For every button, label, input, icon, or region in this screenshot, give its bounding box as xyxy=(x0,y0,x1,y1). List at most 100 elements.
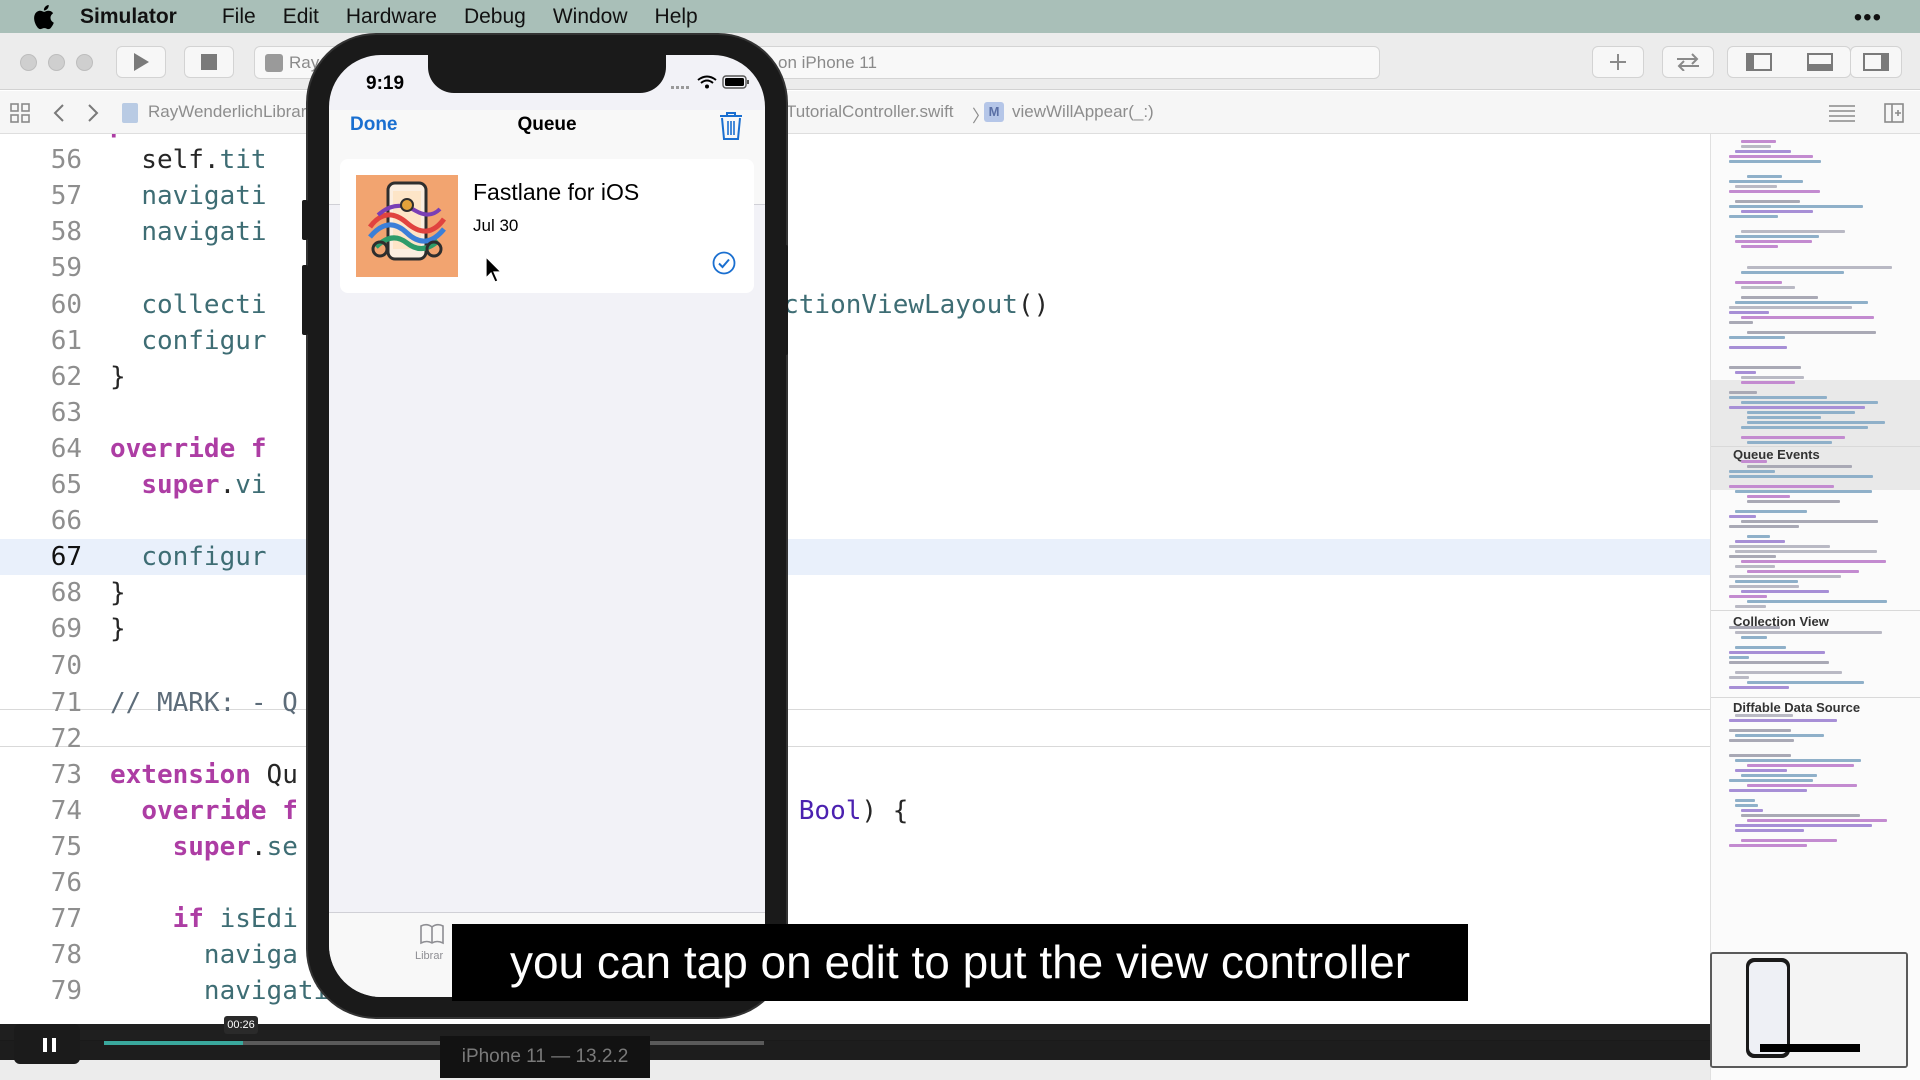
minimap[interactable]: Queue Events Collection View Diffable Da… xyxy=(1710,134,1920,1080)
code-token: Qu xyxy=(250,759,298,790)
navigator-toggle-icon[interactable] xyxy=(1745,53,1772,71)
code-token: configur xyxy=(141,542,267,573)
code-text: naviga xyxy=(110,937,298,973)
zoom-window-button[interactable] xyxy=(76,54,93,71)
code-token: Bool xyxy=(798,795,862,826)
chevron-right-icon[interactable] xyxy=(86,103,100,123)
code-token: } xyxy=(110,614,126,645)
code-line[interactable]: 71 // MARK: - Q xyxy=(0,685,1710,721)
code-line[interactable]: 68} xyxy=(0,575,1710,611)
breadcrumb-project[interactable]: RayWenderlichLibrar xyxy=(148,102,306,122)
code-line[interactable]: 75 super.se animated) xyxy=(0,829,1710,865)
minimap-code-line xyxy=(1735,580,1798,583)
minimize-window-button[interactable] xyxy=(48,54,65,71)
stop-button[interactable] xyxy=(184,46,234,78)
code-line[interactable]: 61 configur xyxy=(0,323,1710,359)
minimap-code-line xyxy=(1747,411,1855,414)
code-line[interactable]: 62} xyxy=(0,359,1710,395)
menu-help[interactable]: Help xyxy=(655,5,698,29)
menu-hardware[interactable]: Hardware xyxy=(346,5,437,29)
code-line[interactable]: 57 navigati ditButtonItem xyxy=(0,178,1710,214)
nav-title: Queue xyxy=(517,114,577,135)
code-line[interactable]: 59 xyxy=(0,250,1710,286)
pause-button[interactable] xyxy=(14,1024,80,1064)
minimap-code-line xyxy=(1729,651,1825,654)
code-line[interactable]: 56 self.tit xyxy=(0,142,1710,178)
code-line[interactable]: 64override f d: Bool) { xyxy=(0,431,1710,467)
simulator-device-label: iPhone 11 — 13.2.2 xyxy=(440,1036,650,1078)
menu-app-name[interactable]: Simulator xyxy=(80,5,177,29)
editor-options-icon[interactable] xyxy=(1828,104,1856,122)
related-items-grid-icon[interactable] xyxy=(10,103,30,123)
code-token: // MARK: - Q xyxy=(110,687,298,718)
breadcrumb-file[interactable]: TutorialController.swift xyxy=(786,102,954,122)
breadcrumb-method[interactable]: viewWillAppear(_:) xyxy=(1012,102,1154,122)
minimap-code-line xyxy=(1741,636,1767,639)
line-number: 73 xyxy=(50,759,82,790)
debug-area-toggle-icon[interactable] xyxy=(1806,53,1833,71)
minimap-code-line xyxy=(1747,764,1854,767)
menu-file[interactable]: File xyxy=(222,5,256,29)
chevron-left-icon[interactable] xyxy=(52,103,66,123)
code-line[interactable]: 63 xyxy=(0,395,1710,431)
notch xyxy=(428,55,666,93)
power-button[interactable] xyxy=(782,245,788,355)
code-line[interactable]: 73 extension Qu xyxy=(0,757,1710,793)
library-button[interactable] xyxy=(1592,46,1644,78)
minimap-code-line xyxy=(1741,460,1767,463)
menu-debug[interactable]: Debug xyxy=(464,5,526,29)
code-line[interactable]: 70 xyxy=(0,648,1710,684)
line-number: 71 xyxy=(50,687,82,718)
code-line[interactable]: 55 private fu xyxy=(0,134,1710,142)
minimap-separator xyxy=(1711,610,1920,611)
more-icon[interactable]: ••• xyxy=(1854,4,1882,32)
scheme-destination[interactable]: on iPhone 11 xyxy=(778,53,877,73)
xcode-toolbar: Ray on iPhone 11 xyxy=(0,33,1920,90)
inspector-toggle[interactable] xyxy=(1850,46,1902,78)
minimap-code-line xyxy=(1735,714,1793,717)
tab-library-label[interactable]: Librar xyxy=(415,950,443,962)
code-token: self xyxy=(110,145,204,176)
volume-up-button[interactable] xyxy=(302,265,308,335)
code-line[interactable]: 66 xyxy=(0,503,1710,539)
minimap-code-line xyxy=(1741,520,1878,523)
queue-item-card[interactable]: Fastlane for iOS Jul 30 xyxy=(340,159,754,293)
apple-icon[interactable] xyxy=(28,3,58,31)
source-editor[interactable]: 55private fu56 self.tit57 navigati ditBu… xyxy=(0,134,1710,1024)
code-line[interactable]: 76 xyxy=(0,865,1710,901)
book-icon[interactable] xyxy=(419,923,445,945)
minimap-section-diffable-data-source[interactable]: Diffable Data Source xyxy=(1733,700,1860,715)
minimap-code-line xyxy=(1729,595,1767,598)
checkmark-circle-icon[interactable] xyxy=(712,251,736,275)
stop-icon xyxy=(201,54,217,70)
code-token: . xyxy=(203,145,220,176)
battery-icon xyxy=(722,75,749,89)
minimap-code-line xyxy=(1735,235,1819,238)
minimap-code-line xyxy=(1735,150,1791,153)
code-line[interactable]: 58 navigati il xyxy=(0,214,1710,250)
add-editor-icon[interactable] xyxy=(1884,103,1904,123)
scheme-name[interactable]: Ray xyxy=(289,53,319,73)
minimap-code-line xyxy=(1747,681,1864,684)
mute-switch[interactable] xyxy=(302,200,308,240)
iphone-screen[interactable]: 9:19 Done Queue Fastlane for iOS Jul 30 … xyxy=(329,55,765,997)
code-token: override f xyxy=(110,433,267,464)
code-text: private fu xyxy=(110,134,267,142)
code-token: override f xyxy=(141,795,298,826)
code-line[interactable]: 69} xyxy=(0,611,1710,647)
code-line[interactable]: 60 collecti = configureCollectionViewLay… xyxy=(0,287,1710,323)
code-review-button[interactable] xyxy=(1662,46,1714,78)
code-line[interactable]: 67 configur xyxy=(0,539,1710,576)
minimap-code-line xyxy=(1729,406,1865,409)
menu-window[interactable]: Window xyxy=(553,5,628,29)
line-number: 74 xyxy=(50,795,82,826)
code-line[interactable]: 65 super.vi xyxy=(0,467,1710,503)
code-line[interactable]: 74 override f ol, animated: Bool) { xyxy=(0,793,1710,829)
run-button[interactable] xyxy=(116,46,166,78)
close-window-button[interactable] xyxy=(20,54,37,71)
menu-edit[interactable]: Edit xyxy=(283,5,319,29)
code-line[interactable]: 72 xyxy=(0,721,1710,757)
trash-icon[interactable] xyxy=(718,111,744,141)
